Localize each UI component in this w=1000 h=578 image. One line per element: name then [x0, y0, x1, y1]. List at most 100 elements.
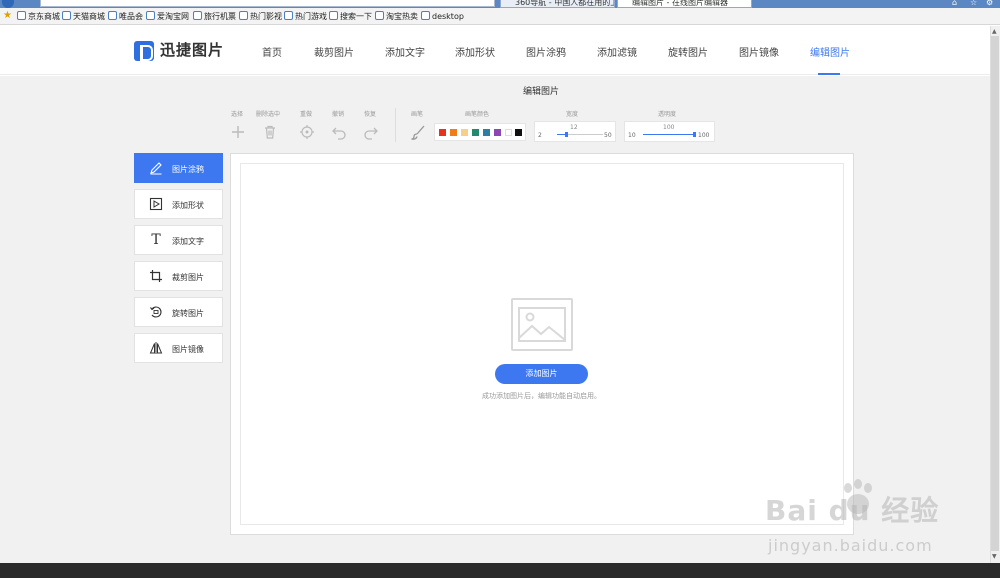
color-swatch[interactable] [450, 129, 457, 136]
opacity-track [643, 132, 696, 137]
taskbar-strip [0, 563, 1000, 578]
canvas-hint: 成功添加图片后，编辑功能自动启用。 [482, 392, 601, 400]
opacity-knob[interactable] [693, 132, 696, 137]
width-knob[interactable] [564, 132, 568, 137]
width-slider[interactable]: 2 12 50 [534, 121, 616, 142]
favorite-link[interactable]: 天猫商城 [62, 10, 105, 23]
page-icon [421, 11, 430, 20]
window-controls: ⌂ ☆ ⚙ [940, 0, 1000, 8]
star-icon[interactable]: ☆ [970, 0, 977, 7]
scroll-up-icon[interactable]: ▲ [992, 28, 997, 35]
toolbar-divider [395, 108, 396, 142]
sidebar-item-label: 旋转图片 [172, 309, 204, 318]
color-palette [434, 123, 526, 141]
home-icon[interactable]: ⌂ [952, 0, 957, 7]
tool-label-undo: 撤销 [332, 111, 345, 118]
favorite-link[interactable]: desktop [421, 10, 464, 23]
nav-mirror[interactable]: 图片镜像 [739, 44, 779, 59]
tool-label-delete: 删除选中 [256, 111, 281, 118]
sidebar-item-add-text[interactable]: T 添加文字 [134, 225, 223, 255]
favorite-link[interactable]: 爱淘宝网 [146, 10, 189, 23]
page-icon [108, 11, 117, 20]
favorite-link[interactable]: 旅行机票 [193, 10, 236, 23]
target-icon[interactable] [299, 124, 315, 140]
favorite-link[interactable]: 热门影视 [239, 10, 282, 23]
page-icon [17, 11, 26, 20]
color-swatch[interactable] [461, 129, 468, 136]
page-icon [375, 11, 384, 20]
brush-icon[interactable] [410, 124, 426, 140]
opacity-max: 100 [698, 132, 710, 139]
page-icon [62, 11, 71, 20]
redo-icon[interactable] [363, 124, 379, 140]
crop-icon [149, 269, 163, 283]
color-swatch[interactable] [483, 129, 490, 136]
sidebar-item-label: 图片镜像 [172, 345, 204, 354]
nav-doodle[interactable]: 图片涂鸦 [526, 44, 566, 59]
logo-text[interactable]: 迅捷图片 [160, 39, 224, 60]
browser-titlebar: 360导航 - 中国人都在用的上网导航 编辑图片 - 在线图片编辑器 ⌂ ☆ ⚙ [0, 0, 1000, 8]
shape-icon [149, 197, 163, 211]
opacity-slider[interactable]: 10 100 100 [624, 121, 715, 142]
tool-label-select: 选择 [231, 111, 244, 118]
trash-icon[interactable] [262, 124, 278, 140]
sidebar-item-mirror[interactable]: 图片镜像 [134, 333, 223, 363]
app-header: 迅捷图片 首页 裁剪图片 添加文字 添加形状 图片涂鸦 添加滤镜 旋转图片 图片… [0, 26, 990, 75]
image-placeholder-icon [511, 298, 573, 351]
sidebar-item-crop[interactable]: 裁剪图片 [134, 261, 223, 291]
page-icon [193, 11, 202, 20]
gear-icon[interactable]: ⚙ [986, 0, 993, 7]
nav-filter[interactable]: 添加滤镜 [597, 44, 637, 59]
color-swatch[interactable] [505, 129, 512, 136]
sidebar-item-label: 添加文字 [172, 237, 204, 246]
nav-rotate[interactable]: 旋转图片 [668, 44, 708, 59]
color-swatch[interactable] [515, 129, 522, 136]
favorite-link[interactable]: 京东商城 [17, 10, 60, 23]
tool-label-redo: 恢复 [364, 111, 377, 118]
sidebar-item-label: 图片涂鸦 [172, 165, 204, 174]
color-swatch[interactable] [494, 129, 501, 136]
width-max: 50 [604, 132, 612, 139]
favorites-star-icon[interactable]: ★ [3, 10, 12, 21]
opacity-fill [643, 134, 695, 135]
sidebar-item-add-shape[interactable]: 添加形状 [134, 189, 223, 219]
width-value: 12 [570, 124, 578, 131]
page-title: 编辑图片 [522, 87, 559, 97]
tool-label-brush: 画笔 [411, 111, 424, 118]
text-icon: T [151, 232, 161, 248]
tool-label-opacity: 透明度 [658, 111, 677, 118]
nav-add-text[interactable]: 添加文字 [385, 44, 425, 59]
opacity-min: 10 [628, 132, 636, 139]
move-icon[interactable] [230, 124, 246, 140]
scroll-down-icon[interactable]: ▼ [992, 553, 997, 560]
scrollbar-thumb[interactable] [991, 36, 999, 551]
nav-crop[interactable]: 裁剪图片 [314, 44, 354, 59]
rotate-icon [149, 305, 163, 319]
nav-add-shape[interactable]: 添加形状 [455, 44, 495, 59]
browser-tab-active[interactable]: 编辑图片 - 在线图片编辑器 [617, 0, 752, 8]
watermark-url: jingyan.baidu.com [768, 536, 933, 555]
favorite-link[interactable]: 热门游戏 [284, 10, 327, 23]
color-swatch[interactable] [472, 129, 479, 136]
undo-icon[interactable] [331, 124, 347, 140]
sidebar-item-rotate[interactable]: 旋转图片 [134, 297, 223, 327]
browser-tab[interactable]: 360导航 - 中国人都在用的上网导航 [500, 0, 615, 8]
tool-label-color: 画笔颜色 [465, 111, 490, 118]
pen-icon [149, 161, 163, 175]
favorite-link[interactable]: 搜索一下 [329, 10, 372, 23]
tool-label-reset: 重做 [300, 111, 313, 118]
page-icon [284, 11, 293, 20]
sidebar-item-doodle[interactable]: 图片涂鸦 [134, 153, 223, 183]
nav-active-indicator [818, 73, 840, 75]
page-icon [329, 11, 338, 20]
favorites-bar: ★ 京东商城 天猫商城 唯品会 爱淘宝网 旅行机票 热门影视 热门游戏 搜索一下… [0, 8, 1000, 25]
back-icon[interactable] [2, 0, 14, 8]
nav-home[interactable]: 首页 [262, 44, 282, 59]
logo-icon[interactable] [134, 41, 154, 61]
color-swatch[interactable] [439, 129, 446, 136]
address-bar[interactable] [40, 0, 495, 7]
favorite-link[interactable]: 淘宝热卖 [375, 10, 418, 23]
nav-edit-image[interactable]: 编辑图片 [810, 44, 850, 59]
favorite-link[interactable]: 唯品会 [108, 10, 143, 23]
add-image-button[interactable]: 添加图片 [495, 364, 588, 384]
